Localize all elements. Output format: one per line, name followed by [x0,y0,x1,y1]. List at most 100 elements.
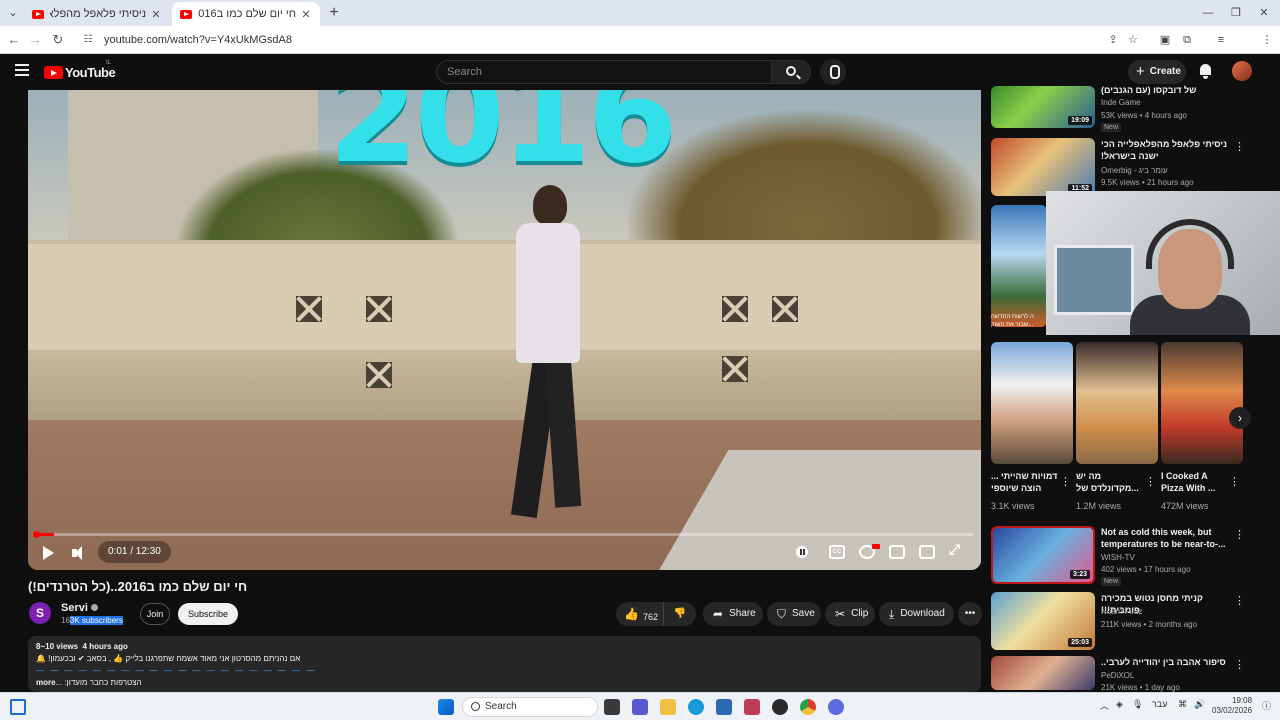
omnibox[interactable]: ☷ youtube.com/watch?v=Y4xUkMGsdA8 [74,29,1094,51]
microphone-icon[interactable]: 🎙 [1132,699,1143,710]
new-tab-button[interactable]: + [324,3,344,23]
windows-start-icon[interactable] [438,699,454,715]
language-indicator[interactable]: עבר [1152,699,1167,709]
wall-vent [772,296,798,322]
back-button[interactable]: ← [5,31,23,49]
save-button[interactable]: ⛉ Save [767,602,821,626]
new-badge: New [1101,577,1122,586]
subscriber-count-prefix: 16 [61,616,70,625]
search-input[interactable]: Search [436,60,772,84]
short-thumbnail[interactable] [991,342,1073,464]
chrome-icon[interactable] [800,699,816,715]
video-thumbnail[interactable] [991,656,1095,690]
duration-badge: 3:23 [1069,570,1090,579]
restore-button[interactable]: ❐ [1222,4,1250,22]
close-tab-icon[interactable]: ✕ [300,8,312,21]
bookmark-star-icon[interactable]: ☆ [1124,31,1142,49]
fullscreen-icon[interactable] [949,544,965,559]
reload-button[interactable]: ↻ [49,31,67,49]
description-club-text: הצטרפות כחבר מועדון: ... [55,678,142,687]
obs-icon[interactable] [772,699,788,715]
file-explorer-icon[interactable] [660,699,676,715]
more-options-icon[interactable]: ⋮ [1234,140,1245,153]
more-options-icon[interactable]: ⋮ [1060,475,1071,488]
video-thumbnail[interactable]: 25:03 [991,592,1095,650]
notifications-bell-icon[interactable] [1199,64,1212,79]
share-arrow-icon: ➦ [713,607,724,621]
more-options-icon[interactable]: ⋮ [1229,475,1240,488]
cast-icon[interactable] [919,545,935,559]
media-controls-icon[interactable]: ≡ [1212,31,1230,49]
youtube-logo[interactable]: YouTube IL [44,60,116,80]
close-window-button[interactable]: ✕ [1250,4,1278,22]
network-icon[interactable]: ⌘ [1178,699,1187,710]
short-thumbnail[interactable] [1161,342,1243,464]
forward-button[interactable]: → [26,31,44,49]
bookmark-icon: ⛉ [777,607,787,621]
more-actions-button[interactable]: ••• [958,602,982,626]
more-options-icon[interactable]: ⋮ [1234,528,1245,541]
puzzle-extensions-icon[interactable]: ⧉ [1178,31,1196,49]
description-box[interactable]: 8~10 views 4 hours ago אם נהניתם מהסרטון… [28,636,981,692]
recommendation-channel: Noam Firuz [1101,607,1143,616]
browser-tab-1[interactable]: ניסיתי פלאפל מהפלאפלייה הכי... ✕ [24,2,170,26]
address-bar-row: ← → ↻ ☷ youtube.com/watch?v=Y4xUkMGsdA8 … [0,26,1280,72]
video-player[interactable]: 2016 [28,90,981,570]
download-button[interactable]: ⤓ Download [879,602,954,626]
browser-menu-icon[interactable]: ⋮ [1258,31,1276,49]
app-icon[interactable] [744,699,760,715]
channel-avatar[interactable]: S [29,602,51,624]
autoplay-toggle-icon[interactable] [796,546,808,558]
tab-search-button[interactable]: ⌄ [4,4,22,22]
tray-chevron-up-icon[interactable]: ︿ [1100,699,1109,712]
play-icon[interactable] [42,545,56,561]
video-thumbnail[interactable]: 11:52 [991,138,1095,196]
video-thumbnail[interactable]: 19:09 [991,86,1095,128]
clip-button[interactable]: ✂ Clip [825,602,875,626]
tray-app-icon[interactable]: ◈ [1116,699,1123,710]
share-button[interactable]: ➦ Share [703,602,763,626]
discord-icon[interactable] [828,699,844,715]
install-app-icon[interactable]: ⇪ [1104,31,1122,49]
more-options-icon[interactable]: ⋮ [1234,658,1245,671]
taskbar-clock[interactable]: 19:08 03/02/2026 [1212,696,1252,716]
search-button[interactable] [771,60,811,84]
download-arrow-icon: ⤓ [889,607,895,621]
close-tab-icon[interactable]: ✕ [150,8,162,21]
edge-browser-icon[interactable] [688,699,704,715]
volume-icon[interactable] [72,545,88,561]
taskbar-search[interactable]: Search [462,697,598,717]
show-more-link[interactable]: more [36,678,56,687]
minimize-button[interactable]: — [1194,4,1222,22]
progress-scrubber-handle[interactable] [33,531,40,538]
short-title: דמויות שהייתי ... הוצה שיוספי [991,471,1058,493]
join-button[interactable]: Join [140,603,170,625]
miniplayer-icon[interactable] [889,545,905,559]
dislike-button[interactable]: 👎 [664,602,696,626]
task-view-icon[interactable] [604,699,620,715]
video-thumbnail[interactable] [991,205,1047,327]
video-progress-bar[interactable] [35,533,974,536]
account-avatar[interactable] [1232,61,1252,81]
browser-tab-2-active[interactable]: חי יום שלם כמו ב2016..(כל הטר... ✕ [172,2,320,26]
notification-center-icon[interactable]: ⓘ [1262,699,1271,712]
channel-name[interactable]: Servi [61,602,98,614]
extension-icon[interactable]: ▣ [1156,31,1174,49]
more-options-icon[interactable]: ⋮ [1145,475,1156,488]
hamburger-menu-icon[interactable] [15,64,29,76]
site-info-icon[interactable]: ☷ [82,34,94,46]
short-thumbnail[interactable] [1076,342,1158,464]
more-options-icon[interactable]: ⋮ [1234,594,1245,607]
chat-icon[interactable] [632,699,648,715]
store-icon[interactable] [716,699,732,715]
like-button[interactable]: 👍 762 [616,602,664,626]
subtitles-cc-icon[interactable]: CC [829,545,845,559]
widgets-icon[interactable] [10,699,26,715]
create-button[interactable]: + Create [1128,60,1186,84]
video-thumbnail[interactable]: 3:23 [991,526,1095,584]
voice-search-button[interactable] [820,59,846,85]
subscribe-button[interactable]: Subscribe [178,603,238,625]
duration-badge: 19:09 [1068,116,1092,125]
volume-tray-icon[interactable]: 🔊 [1194,699,1205,710]
chevron-right-icon[interactable]: › [1229,407,1251,429]
